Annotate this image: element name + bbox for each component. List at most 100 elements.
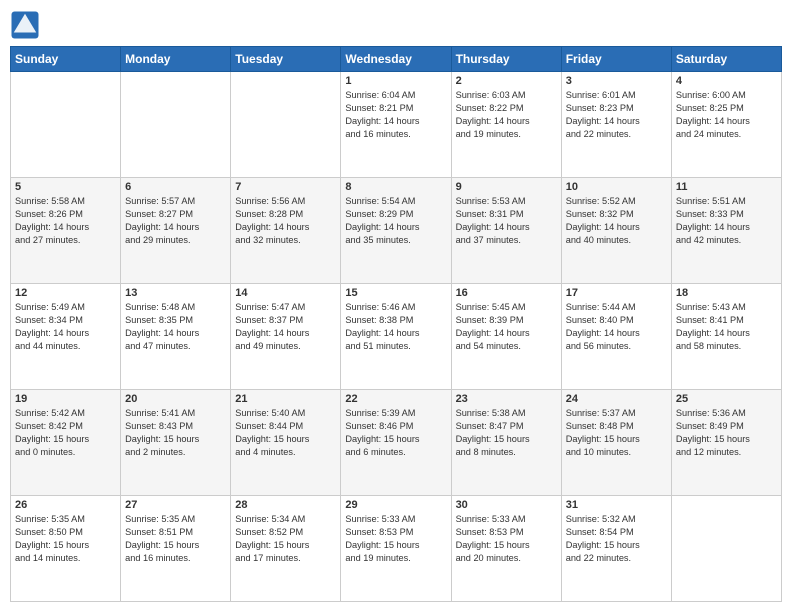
day-number: 3	[566, 75, 667, 87]
calendar-cell: 31 Sunrise: 5:32 AMSunset: 8:54 PMDayligh…	[561, 496, 671, 602]
calendar-week-3: 12Sunrise: 5:49 AMSunset: 8:34 PMDayligh…	[11, 284, 782, 390]
day-number: 14	[235, 287, 336, 299]
day-number: 6	[125, 181, 226, 193]
day-info: Sunrise: 5:33 AMSunset: 8:53 PMDaylight:…	[456, 513, 557, 565]
day-info: Sunrise: 5:35 AMSunset: 8:50 PMDaylight:…	[15, 513, 116, 565]
day-number: 20	[125, 393, 226, 405]
day-info: Sunrise: 5:46 AMSunset: 8:38 PMDaylight:…	[345, 301, 446, 353]
weekday-header-wednesday: Wednesday	[341, 47, 451, 72]
calendar-cell: 1 Sunrise: 6:04 AMSunset: 8:21 PMDaylight…	[341, 72, 451, 178]
weekday-header-saturday: Saturday	[671, 47, 781, 72]
weekday-header-monday: Monday	[121, 47, 231, 72]
calendar-cell: 2 Sunrise: 6:03 AMSunset: 8:22 PMDaylight…	[451, 72, 561, 178]
calendar-cell: 14 Sunrise: 5:47 AMSunset: 8:37 PMDayligh…	[231, 284, 341, 390]
day-info: Sunrise: 5:45 AMSunset: 8:39 PMDaylight:…	[456, 301, 557, 353]
calendar-cell: 9 Sunrise: 5:53 AMSunset: 8:31 PMDaylight…	[451, 178, 561, 284]
day-info: Sunrise: 5:34 AMSunset: 8:52 PMDaylight:…	[235, 513, 336, 565]
logo-icon	[10, 10, 40, 40]
day-number: 5	[15, 181, 116, 193]
day-number: 10	[566, 181, 667, 193]
calendar-cell: 30 Sunrise: 5:33 AMSunset: 8:53 PMDayligh…	[451, 496, 561, 602]
day-number: 21	[235, 393, 336, 405]
day-number: 2	[456, 75, 557, 87]
calendar-header-row: SundayMondayTuesdayWednesdayThursdayFrid…	[11, 47, 782, 72]
day-number: 28	[235, 499, 336, 511]
day-number: 16	[456, 287, 557, 299]
day-number: 4	[676, 75, 777, 87]
day-info: Sunrise: 5:39 AMSunset: 8:46 PMDaylight:…	[345, 407, 446, 459]
calendar-cell: 22 Sunrise: 5:39 AMSunset: 8:46 PMDayligh…	[341, 390, 451, 496]
day-number: 1	[345, 75, 446, 87]
calendar-week-1: 1 Sunrise: 6:04 AMSunset: 8:21 PMDaylight…	[11, 72, 782, 178]
day-number: 7	[235, 181, 336, 193]
calendar-cell: 12Sunrise: 5:49 AMSunset: 8:34 PMDayligh…	[11, 284, 121, 390]
day-info: Sunrise: 5:51 AMSunset: 8:33 PMDaylight:…	[676, 195, 777, 247]
calendar-cell: 7Sunrise: 5:56 AMSunset: 8:28 PMDaylight…	[231, 178, 341, 284]
day-info: Sunrise: 5:33 AMSunset: 8:53 PMDaylight:…	[345, 513, 446, 565]
day-info: Sunrise: 5:35 AMSunset: 8:51 PMDaylight:…	[125, 513, 226, 565]
day-info: Sunrise: 5:41 AMSunset: 8:43 PMDaylight:…	[125, 407, 226, 459]
day-number: 27	[125, 499, 226, 511]
day-info: Sunrise: 5:37 AMSunset: 8:48 PMDaylight:…	[566, 407, 667, 459]
calendar-cell: 19 Sunrise: 5:42 AMSunset: 8:42 PMDayligh…	[11, 390, 121, 496]
day-number: 30	[456, 499, 557, 511]
calendar-cell	[121, 72, 231, 178]
calendar-week-5: 26 Sunrise: 5:35 AMSunset: 8:50 PMDayligh…	[11, 496, 782, 602]
calendar-cell	[231, 72, 341, 178]
day-info: Sunrise: 5:42 AMSunset: 8:42 PMDaylight:…	[15, 407, 116, 459]
day-number: 22	[345, 393, 446, 405]
calendar-cell: 8Sunrise: 5:54 AMSunset: 8:29 PMDaylight…	[341, 178, 451, 284]
weekday-header-tuesday: Tuesday	[231, 47, 341, 72]
weekday-header-thursday: Thursday	[451, 47, 561, 72]
calendar-cell: 23 Sunrise: 5:38 AMSunset: 8:47 PMDayligh…	[451, 390, 561, 496]
calendar-cell	[671, 496, 781, 602]
day-info: Sunrise: 5:52 AMSunset: 8:32 PMDaylight:…	[566, 195, 667, 247]
day-info: Sunrise: 5:48 AMSunset: 8:35 PMDaylight:…	[125, 301, 226, 353]
logo	[10, 10, 44, 40]
page: SundayMondayTuesdayWednesdayThursdayFrid…	[0, 0, 792, 612]
day-info: Sunrise: 5:32 AMSunset: 8:54 PMDaylight:…	[566, 513, 667, 565]
day-info: Sunrise: 5:53 AMSunset: 8:31 PMDaylight:…	[456, 195, 557, 247]
calendar-cell: 11 Sunrise: 5:51 AMSunset: 8:33 PMDayligh…	[671, 178, 781, 284]
day-number: 25	[676, 393, 777, 405]
calendar-cell: 17Sunrise: 5:44 AMSunset: 8:40 PMDayligh…	[561, 284, 671, 390]
calendar-cell: 21 Sunrise: 5:40 AMSunset: 8:44 PMDayligh…	[231, 390, 341, 496]
day-info: Sunrise: 6:03 AMSunset: 8:22 PMDaylight:…	[456, 89, 557, 141]
day-info: Sunrise: 5:44 AMSunset: 8:40 PMDaylight:…	[566, 301, 667, 353]
calendar-cell: 25 Sunrise: 5:36 AMSunset: 8:49 PMDayligh…	[671, 390, 781, 496]
calendar-table: SundayMondayTuesdayWednesdayThursdayFrid…	[10, 46, 782, 602]
calendar-cell: 16 Sunrise: 5:45 AMSunset: 8:39 PMDayligh…	[451, 284, 561, 390]
calendar-cell	[11, 72, 121, 178]
day-info: Sunrise: 6:04 AMSunset: 8:21 PMDaylight:…	[345, 89, 446, 141]
calendar-cell: 18Sunrise: 5:43 AMSunset: 8:41 PMDayligh…	[671, 284, 781, 390]
day-number: 29	[345, 499, 446, 511]
day-info: Sunrise: 5:40 AMSunset: 8:44 PMDaylight:…	[235, 407, 336, 459]
calendar-cell: 13Sunrise: 5:48 AMSunset: 8:35 PMDayligh…	[121, 284, 231, 390]
day-info: Sunrise: 5:38 AMSunset: 8:47 PMDaylight:…	[456, 407, 557, 459]
day-number: 19	[15, 393, 116, 405]
day-info: Sunrise: 6:01 AMSunset: 8:23 PMDaylight:…	[566, 89, 667, 141]
day-number: 12	[15, 287, 116, 299]
day-info: Sunrise: 5:57 AMSunset: 8:27 PMDaylight:…	[125, 195, 226, 247]
calendar-cell: 3 Sunrise: 6:01 AMSunset: 8:23 PMDaylight…	[561, 72, 671, 178]
day-info: Sunrise: 5:58 AMSunset: 8:26 PMDaylight:…	[15, 195, 116, 247]
calendar-cell: 28 Sunrise: 5:34 AMSunset: 8:52 PMDayligh…	[231, 496, 341, 602]
day-number: 11	[676, 181, 777, 193]
calendar-cell: 29 Sunrise: 5:33 AMSunset: 8:53 PMDayligh…	[341, 496, 451, 602]
header	[10, 10, 782, 40]
day-info: Sunrise: 5:36 AMSunset: 8:49 PMDaylight:…	[676, 407, 777, 459]
day-info: Sunrise: 5:54 AMSunset: 8:29 PMDaylight:…	[345, 195, 446, 247]
day-number: 9	[456, 181, 557, 193]
calendar-cell: 15Sunrise: 5:46 AMSunset: 8:38 PMDayligh…	[341, 284, 451, 390]
day-info: Sunrise: 5:47 AMSunset: 8:37 PMDaylight:…	[235, 301, 336, 353]
calendar-cell: 24Sunrise: 5:37 AMSunset: 8:48 PMDayligh…	[561, 390, 671, 496]
calendar-week-4: 19 Sunrise: 5:42 AMSunset: 8:42 PMDayligh…	[11, 390, 782, 496]
weekday-header-sunday: Sunday	[11, 47, 121, 72]
calendar-cell: 5 Sunrise: 5:58 AMSunset: 8:26 PMDaylight…	[11, 178, 121, 284]
day-number: 31	[566, 499, 667, 511]
day-number: 23	[456, 393, 557, 405]
day-number: 26	[15, 499, 116, 511]
calendar-cell: 27 Sunrise: 5:35 AMSunset: 8:51 PMDayligh…	[121, 496, 231, 602]
calendar-cell: 4Sunrise: 6:00 AMSunset: 8:25 PMDaylight…	[671, 72, 781, 178]
calendar-cell: 10 Sunrise: 5:52 AMSunset: 8:32 PMDayligh…	[561, 178, 671, 284]
